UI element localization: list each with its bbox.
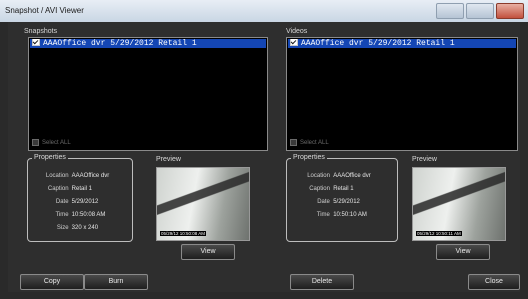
checkbox-icon[interactable]	[32, 139, 39, 146]
list-item[interactable]: AAAOffice dvr 5/29/2012 Retail 1	[30, 39, 266, 48]
view-snapshot-button[interactable]: View	[181, 244, 235, 260]
property-key: Size	[56, 225, 69, 231]
property-key: Location	[45, 173, 69, 179]
checkbox-checked-icon[interactable]	[32, 39, 40, 46]
delete-button[interactable]: Delete	[290, 274, 354, 290]
property-key: Time	[55, 212, 69, 218]
property-key: Caption	[47, 186, 69, 192]
property-value: 320 x 240	[71, 225, 99, 231]
video-preview-image: 05/29/12 10:50:11 AM	[412, 167, 506, 241]
property-key: Location	[307, 173, 330, 179]
videos-list[interactable]: AAAOffice dvr 5/29/2012 Retail 1	[286, 37, 518, 151]
list-item[interactable]: AAAOffice dvr 5/29/2012 Retail 1	[288, 39, 516, 48]
window-title: Snapshot / AVI Viewer	[5, 6, 84, 15]
preview-label: Preview	[156, 156, 181, 163]
videos-label: Videos	[286, 28, 308, 35]
checkbox-icon[interactable]	[290, 139, 297, 146]
property-row: Caption Retail 1	[287, 186, 397, 196]
view-video-button[interactable]: View	[436, 244, 490, 260]
copy-button[interactable]: Copy	[20, 274, 84, 290]
preview-timestamp: 05/29/12 10:50:08 AM	[160, 231, 207, 236]
window-controls	[436, 3, 524, 19]
property-value: 10:50:08 AM	[71, 212, 106, 218]
videos-panel: Videos AAAOffice dvr 5/29/2012 Retail 1 …	[278, 22, 520, 292]
snapshot-preview-image: 05/29/12 10:50:08 AM	[156, 167, 250, 241]
select-all-snapshots[interactable]: Select ALL	[32, 139, 71, 146]
property-key: Caption	[309, 186, 330, 192]
property-row: Time 10:50:08 AM	[28, 212, 132, 222]
property-row: Caption Retail 1	[28, 186, 132, 196]
property-row: Date 5/29/2012	[28, 199, 132, 209]
title-bar: Snapshot / AVI Viewer	[0, 0, 528, 22]
property-key: Date	[55, 199, 69, 205]
property-value: Retail 1	[71, 186, 93, 192]
property-row: Date 5/29/2012	[287, 199, 397, 209]
property-value: AAAOffice dvr	[333, 173, 371, 179]
list-item-label: AAAOffice dvr 5/29/2012 Retail 1	[43, 39, 197, 48]
snapshots-label: Snapshots	[24, 28, 58, 35]
preview-label: Preview	[412, 156, 437, 163]
properties-legend: Properties	[291, 154, 327, 161]
select-all-videos[interactable]: Select ALL	[290, 139, 329, 146]
viewer-client-area: Snapshots AAAOffice dvr 5/29/2012 Retail…	[8, 22, 520, 292]
maximize-icon[interactable]	[466, 3, 494, 19]
close-window-icon[interactable]	[496, 3, 524, 19]
checkbox-checked-icon[interactable]	[290, 39, 298, 46]
property-value: AAAOffice dvr	[71, 173, 110, 179]
property-value: 5/29/2012	[333, 199, 360, 205]
property-row: Location AAAOffice dvr	[28, 173, 132, 183]
close-button[interactable]: Close	[468, 274, 520, 290]
property-key: Date	[317, 199, 330, 205]
property-value: 10:50:10 AM	[333, 212, 367, 218]
property-row: Size 320 x 240	[28, 225, 132, 235]
list-item-label: AAAOffice dvr 5/29/2012 Retail 1	[301, 39, 455, 48]
property-value: 5/29/2012	[71, 199, 99, 205]
snapshot-properties: Properties Location AAAOffice dvr Caption…	[27, 154, 133, 242]
video-properties: Properties Location AAAOffice dvr Caption…	[286, 154, 398, 242]
snapshots-list[interactable]: AAAOffice dvr 5/29/2012 Retail 1	[28, 37, 268, 151]
property-row: Time 10:50:10 AM	[287, 212, 397, 222]
burn-button[interactable]: Burn	[84, 274, 148, 290]
property-row: Location AAAOffice dvr	[287, 173, 397, 183]
snapshots-panel: Snapshots AAAOffice dvr 5/29/2012 Retail…	[8, 22, 270, 292]
select-all-label: Select ALL	[300, 140, 329, 147]
preview-timestamp: 05/29/12 10:50:11 AM	[416, 231, 462, 236]
select-all-label: Select ALL	[42, 140, 71, 147]
minimize-icon[interactable]	[436, 3, 464, 19]
properties-legend: Properties	[32, 154, 68, 161]
property-key: Time	[316, 212, 330, 218]
property-value: Retail 1	[333, 186, 354, 192]
